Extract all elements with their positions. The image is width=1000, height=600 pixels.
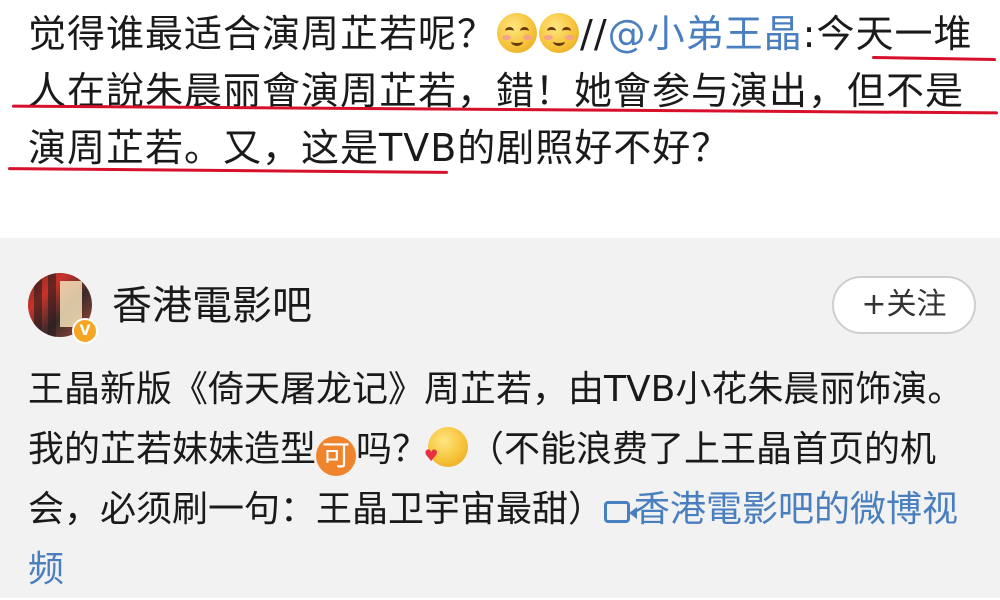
ke-icon: 可 xyxy=(316,436,357,476)
repost-separator: // xyxy=(580,12,608,56)
user-mention-link[interactable]: @小弟王晶 xyxy=(608,12,803,56)
post-body: 觉得谁最适合演周芷若呢？//@小弟王晶:今天一堆人在說朱晨丽會演周芷若，錯！她會… xyxy=(0,0,1000,238)
account-name[interactable]: 香港電影吧 xyxy=(112,278,312,334)
post-text-part1: 觉得谁最适合演周芷若呢？ xyxy=(28,12,497,56)
post-text: 觉得谁最适合演周芷若呢？//@小弟王晶:今天一堆人在說朱晨丽會演周芷若，錯！她會… xyxy=(28,6,978,177)
repost-text-part2: 吗？ xyxy=(356,429,429,470)
video-camera-icon xyxy=(604,501,638,523)
smile-emoji-icon xyxy=(497,13,538,53)
smile-emoji-icon xyxy=(539,13,580,53)
repost-text: 王晶新版《倚天屠龙记》周芷若，由TVB小花朱晨丽饰演。我的芷若妹妹造型可吗？ ♥ （… xyxy=(28,360,978,600)
blush-heart-emoji-icon: ♥ xyxy=(424,427,469,467)
verified-badge-icon: V xyxy=(72,318,98,344)
repost-card[interactable]: V 香港電影吧 +关注 王晶新版《倚天屠龙记》周芷若，由TVB小花朱晨丽饰演。我… xyxy=(0,238,1000,598)
follow-button[interactable]: +关注 xyxy=(832,276,976,334)
